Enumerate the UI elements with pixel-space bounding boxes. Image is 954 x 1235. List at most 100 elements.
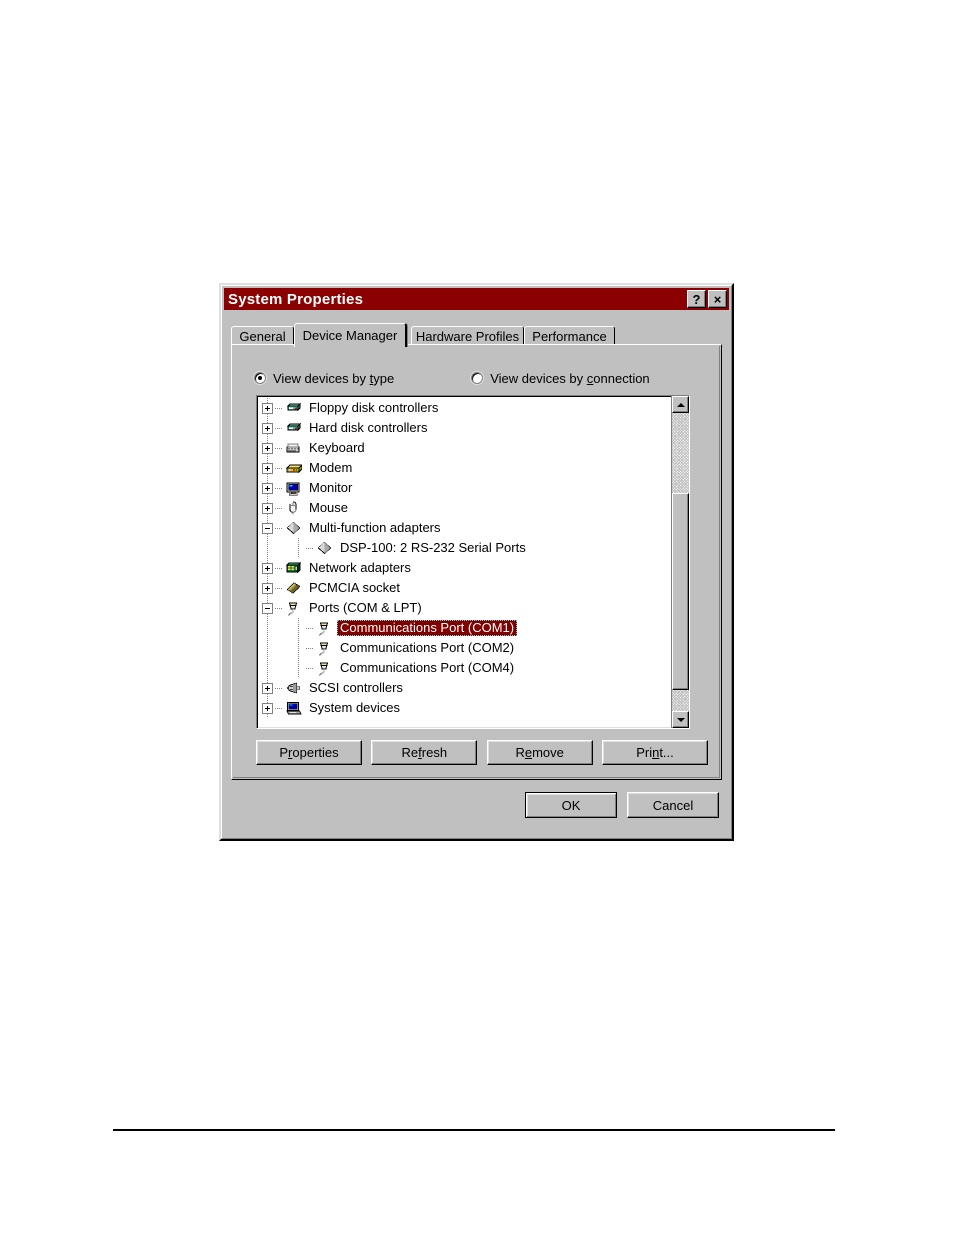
device-action-buttons: Properties Refresh Remove Print... <box>256 740 708 765</box>
tab-hardware-profiles[interactable]: Hardware Profiles <box>411 326 524 345</box>
tree-connector-line <box>306 547 314 549</box>
tree-item[interactable]: Monitor <box>257 478 670 498</box>
tree-guide-line <box>267 538 268 558</box>
system-properties-dialog: System Properties ? × General Device Man… <box>219 283 734 841</box>
tab-strip: General Device Manager Hardware Profiles… <box>231 323 722 347</box>
scsi-controller-icon <box>285 680 302 696</box>
tab-performance[interactable]: Performance <box>524 326 615 345</box>
tree-item-label: Communications Port (COM2) <box>340 640 515 655</box>
ok-button[interactable]: OK <box>525 792 617 818</box>
cancel-button[interactable]: Cancel <box>627 792 719 818</box>
tree-item-label: Mouse <box>309 500 349 515</box>
print-button[interactable]: Print... <box>601 740 708 765</box>
expand-plus-icon[interactable] <box>262 422 273 434</box>
keyboard-icon <box>285 440 302 456</box>
tree-item-label: PCMCIA socket <box>309 580 401 595</box>
multifunction-adapter-icon <box>316 540 333 556</box>
refresh-button[interactable]: Refresh <box>371 740 478 765</box>
tree-item-label: SCSI controllers <box>309 680 403 695</box>
tree-item-label: DSP-100: 2 RS-232 Serial Ports <box>340 540 526 555</box>
tree-item[interactable]: System devices <box>257 698 670 718</box>
window-title: System Properties <box>228 290 364 308</box>
tree-scrollbar[interactable] <box>671 396 689 728</box>
tree-item-label: Multi-function adapters <box>309 520 441 535</box>
tree-item[interactable]: Mouse <box>257 498 670 518</box>
expand-plus-icon[interactable] <box>262 402 273 414</box>
tree-item-label: Modem <box>309 460 353 475</box>
port-icon <box>316 640 333 656</box>
tree-item-label: Hard disk controllers <box>309 420 428 435</box>
tree-connector-line <box>275 707 283 709</box>
port-icon <box>316 620 333 636</box>
expand-plus-icon[interactable] <box>262 462 273 474</box>
tree-guide-line <box>267 638 268 658</box>
expand-plus-icon[interactable] <box>262 582 273 594</box>
tree-guide-line <box>267 658 268 678</box>
device-tree-view[interactable]: Floppy disk controllers Hard disk control… <box>256 395 690 729</box>
scroll-up-arrow-icon[interactable] <box>672 396 689 413</box>
tree-item-label: Communications Port (COM4) <box>340 660 515 675</box>
expand-plus-icon[interactable] <box>262 682 273 694</box>
modem-icon <box>285 460 304 476</box>
close-icon[interactable]: × <box>708 290 727 308</box>
tree-connector-line <box>275 487 283 489</box>
floppy-disk-controller-icon <box>285 400 302 416</box>
tree-guide-line <box>298 618 299 638</box>
tree-item[interactable]: PCMCIA socket <box>257 578 670 598</box>
tree-guide-line <box>267 618 268 638</box>
tree-item-label: Keyboard <box>309 440 365 455</box>
tree-connector-line <box>275 467 283 469</box>
tree-item-label: Floppy disk controllers <box>309 400 439 415</box>
expand-plus-icon[interactable] <box>262 562 273 574</box>
page-footer-rule <box>113 1129 835 1131</box>
tab-device-manager[interactable]: Device Manager <box>294 323 407 347</box>
tree-item-label: Communications Port (COM1) <box>337 620 518 636</box>
tree-item[interactable]: Hard disk controllers <box>257 418 670 438</box>
expand-plus-icon[interactable] <box>262 442 273 454</box>
tab-general[interactable]: General <box>231 326 294 345</box>
properties-button[interactable]: Properties <box>256 740 362 765</box>
radio-label-type: View devices by type <box>273 370 395 386</box>
tree-connector-line <box>306 627 314 629</box>
tree-item-label: System devices <box>309 700 401 715</box>
collapse-minus-icon[interactable] <box>262 522 273 534</box>
tree-item[interactable]: Communications Port (COM2) <box>257 638 670 658</box>
tree-item-label: Monitor <box>309 480 353 495</box>
tree-item[interactable]: DSP-100: 2 RS-232 Serial Ports <box>257 538 670 558</box>
tree-connector-line <box>275 587 283 589</box>
monitor-icon <box>285 480 302 496</box>
tree-connector-line <box>306 667 314 669</box>
expand-plus-icon[interactable] <box>262 502 273 514</box>
tree-item[interactable]: Modem <box>257 458 670 478</box>
port-icon <box>316 660 333 676</box>
remove-button[interactable]: Remove <box>486 740 593 765</box>
radio-view-by-type[interactable]: View devices by type <box>254 371 394 386</box>
expand-plus-icon[interactable] <box>262 702 273 714</box>
title-bar[interactable]: System Properties ? × <box>224 288 729 310</box>
tree-item[interactable]: SCSI controllers <box>257 678 670 698</box>
mouse-icon <box>285 500 302 516</box>
tree-item[interactable]: Ports (COM & LPT) <box>257 598 670 618</box>
tree-item[interactable]: Keyboard <box>257 438 670 458</box>
tree-connector-line <box>306 647 314 649</box>
tree-connector-line <box>275 687 283 689</box>
tree-item-selected[interactable]: Communications Port (COM1) <box>257 618 670 638</box>
tree-item[interactable]: Floppy disk controllers <box>257 398 670 418</box>
multifunction-adapter-icon <box>285 520 302 536</box>
expand-plus-icon[interactable] <box>262 482 273 494</box>
radio-view-by-connection[interactable]: View devices by connection <box>471 370 650 386</box>
tree-item[interactable]: Communications Port (COM4) <box>257 658 670 678</box>
radio-button-connection-icon[interactable] <box>471 372 484 384</box>
collapse-minus-icon[interactable] <box>262 602 273 614</box>
tree-connector-line <box>275 407 283 409</box>
tree-item[interactable]: Multi-function adapters <box>257 518 670 538</box>
radio-label-connection: View devices by connection <box>490 370 650 386</box>
radio-button-type-icon[interactable] <box>254 372 266 384</box>
scroll-down-arrow-icon[interactable] <box>672 711 689 728</box>
help-button[interactable]: ? <box>687 290 706 308</box>
tree-guide-line <box>298 638 299 658</box>
tree-item-label: Ports (COM & LPT) <box>309 600 422 615</box>
scrollbar-thumb[interactable] <box>672 493 689 691</box>
scrollbar-track[interactable] <box>672 413 689 711</box>
tree-item[interactable]: Network adapters <box>257 558 670 578</box>
